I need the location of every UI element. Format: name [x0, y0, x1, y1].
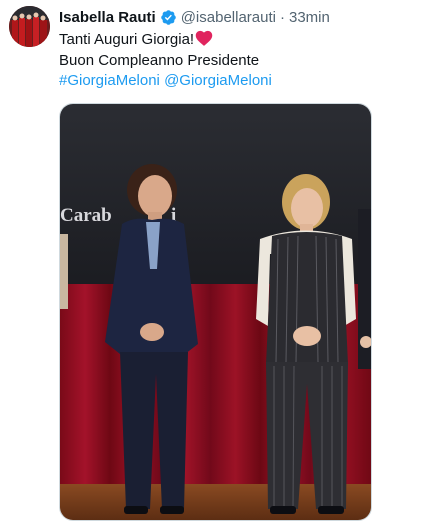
greeting-text: Tanti Auguri Giorgia! [59, 31, 195, 48]
tweet-text-line-3: #GiorgiaMeloni @GiorgiaMeloni [59, 71, 272, 91]
header-separator: · [279, 8, 285, 26]
author-handle[interactable]: @isabellarauti [181, 9, 276, 26]
mention-link[interactable]: @GiorgiaMeloni [164, 72, 272, 89]
tweet-card[interactable]: Isabella Rauti @isabellarauti · 33min Ta… [0, 0, 439, 529]
event-photo: Carab i [60, 104, 371, 520]
backdrop-text: Carab [60, 205, 112, 226]
tweet-text-line-1: Tanti Auguri Giorgia! [59, 30, 213, 50]
tweet-media-photo[interactable]: Carab i [59, 103, 372, 521]
tweet-text-line-2: Buon Compleanno Presidente [59, 52, 260, 69]
author-display-name[interactable]: Isabella Rauti [59, 9, 156, 26]
avatar-photo-icon [9, 6, 50, 47]
tweet-header: Isabella Rauti @isabellarauti · 33min [59, 7, 330, 27]
tweet-timestamp[interactable]: 33min [289, 9, 330, 26]
verified-badge-icon [160, 9, 177, 26]
author-avatar[interactable] [9, 6, 50, 47]
hashtag-link[interactable]: #GiorgiaMeloni [59, 72, 160, 89]
heart-icon [195, 30, 213, 46]
